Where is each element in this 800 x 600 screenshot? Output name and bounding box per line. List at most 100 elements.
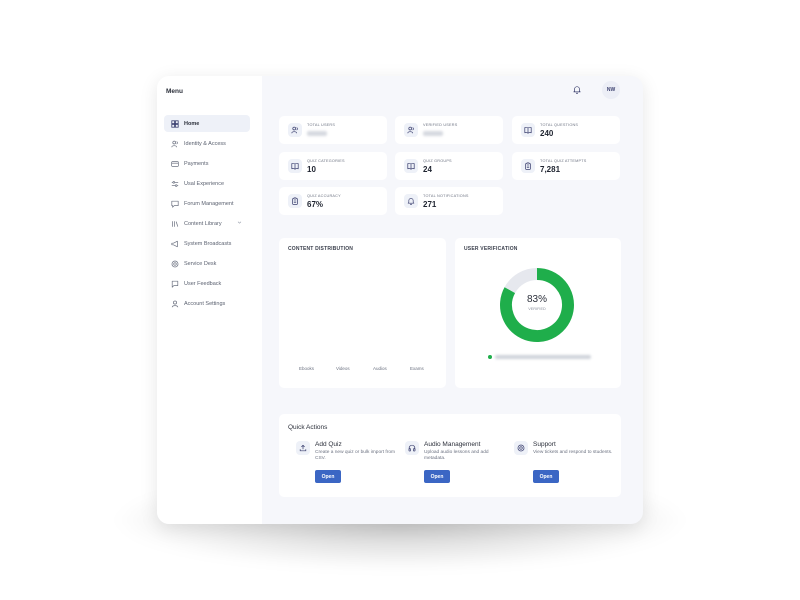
sidebar-item-label: Forum Management <box>184 200 234 207</box>
sidebar-item-label: Payments <box>184 160 209 167</box>
bell-icon[interactable] <box>573 85 581 94</box>
sidebar-item-service-desk[interactable]: Service Desk <box>164 255 250 272</box>
sidebar-item-content-library[interactable]: Content Library <box>164 215 250 232</box>
user-verification-panel: USER VERIFICATION 83% VERIFIED <box>455 238 621 388</box>
book-icon <box>404 159 418 173</box>
stat-card-quiz-categories: QUIZ CATEGORIES 10 <box>279 152 387 180</box>
x-axis-tick-label: Exams <box>410 366 424 371</box>
stat-card-total-notifications: TOTAL NOTIFICATIONS 271 <box>395 187 503 215</box>
donut-center-label: VERIFIED <box>528 307 546 311</box>
sliders-icon <box>171 180 179 188</box>
quick-action-description: Upload audio lessons and add metadata. <box>424 450 489 461</box>
x-axis-tick-label: Ebooks <box>299 366 315 371</box>
users-icon <box>288 123 302 137</box>
quick-action-description: View tickets and respond to students. <box>533 450 613 455</box>
library-icon <box>171 220 179 228</box>
lifebuoy-icon <box>171 260 179 268</box>
quick-action-support: Support View tickets and respond to stud… <box>514 441 614 491</box>
verification-donut-chart <box>500 268 574 342</box>
stat-value: 67% <box>307 200 324 209</box>
sidebar-item-label: Account Settings <box>184 300 226 307</box>
sidebar-item-usal-experience[interactable]: Usal Experience <box>164 175 250 192</box>
stat-card-total-questions: TOTAL QUESTIONS 240 <box>512 116 620 144</box>
quick-action-name: Add Quiz <box>315 441 342 448</box>
sidebar-item-identity-access[interactable]: Identity & Access <box>164 135 250 152</box>
megaphone-icon <box>171 240 179 248</box>
stat-card-verified-users: VERIFIED USERS <box>395 116 503 144</box>
sidebar-item-system-broadcasts[interactable]: System Broadcasts <box>164 235 250 252</box>
x-axis-tick-label: Videos <box>336 366 350 371</box>
chevron-down-icon[interactable] <box>237 220 242 225</box>
quick-actions-title: Quick Actions <box>288 424 328 431</box>
chat-icon <box>171 200 179 208</box>
upload-icon <box>296 441 310 455</box>
quick-action-name: Support <box>533 441 556 448</box>
card-icon <box>171 160 179 168</box>
home-icon <box>171 119 179 128</box>
stat-card-total-quiz-attempts: TOTAL QUIZ ATTEMPTS 7,281 <box>512 152 620 180</box>
clipboard-icon <box>521 159 535 173</box>
open-audio-management-button[interactable]: Open <box>424 470 450 483</box>
stat-value-redacted <box>423 131 443 136</box>
open-add-quiz-button[interactable]: Open <box>315 470 341 483</box>
stat-card-quiz-accuracy: QUIZ ACCURACY 67% <box>279 187 387 215</box>
sidebar-item-label: Content Library <box>184 220 222 227</box>
stat-label: VERIFIED USERS <box>423 123 458 127</box>
book-icon <box>288 159 302 173</box>
stat-value: 240 <box>540 129 554 138</box>
sidebar-item-home[interactable]: Home <box>164 115 250 132</box>
x-axis-tick-label: Audios <box>373 366 387 371</box>
stat-card-quiz-groups: QUIZ GROUPS 24 <box>395 152 503 180</box>
sidebar-item-label: User Feedback <box>184 280 222 287</box>
stat-label: QUIZ CATEGORIES <box>307 159 345 163</box>
open-support-button[interactable]: Open <box>533 470 559 483</box>
stat-label: TOTAL QUIZ ATTEMPTS <box>540 159 587 163</box>
sidebar-item-label: Service Desk <box>184 260 217 267</box>
legend-label-redacted <box>495 355 591 359</box>
quick-actions-panel: Quick Actions Add Quiz Create a new quiz… <box>279 414 621 497</box>
stat-value-redacted <box>307 131 327 136</box>
clipboard-icon <box>288 194 302 208</box>
menu-title: Menu <box>166 88 183 95</box>
sidebar-item-label: System Broadcasts <box>184 240 232 247</box>
donut-slice-unverified <box>504 268 538 294</box>
stat-value: 24 <box>423 165 432 174</box>
stat-label: TOTAL QUESTIONS <box>540 123 579 127</box>
user-icon <box>171 300 179 308</box>
sidebar-item-user-feedback[interactable]: User Feedback <box>164 275 250 292</box>
quick-action-add-quiz: Add Quiz Create a new quiz or bulk impor… <box>296 441 396 491</box>
panel-title: CONTENT DISTRIBUTION <box>288 246 354 252</box>
sidebar-item-forum-management[interactable]: Forum Management <box>164 195 250 212</box>
lifebuoy-icon <box>514 441 528 455</box>
sidebar-item-payments[interactable]: Payments <box>164 155 250 172</box>
stat-value: 10 <box>307 165 316 174</box>
sidebar: Menu Home Identity & Access Payments Usa… <box>157 76 262 524</box>
stat-label: TOTAL NOTIFICATIONS <box>423 194 469 198</box>
users-icon <box>404 123 418 137</box>
quick-action-name: Audio Management <box>424 441 481 448</box>
stat-card-total-users: TOTAL USERS <box>279 116 387 144</box>
quick-action-audio-management: Audio Management Upload audio lessons an… <box>405 441 505 491</box>
donut-center-value: 83% <box>526 294 547 305</box>
sidebar-nav: Home Identity & Access Payments Usal Exp… <box>164 115 250 315</box>
quick-action-description: Create a new quiz or bulk import from CS… <box>315 450 395 461</box>
main-content: TOTAL USERS VERIFIED USERS TOTAL QUESTIO… <box>265 106 635 516</box>
sidebar-item-label: Identity & Access <box>184 140 226 147</box>
stat-value: 271 <box>423 200 437 209</box>
stat-label: TOTAL USERS <box>307 123 336 127</box>
book-icon <box>521 123 535 137</box>
users-icon <box>171 140 179 148</box>
stat-value: 7,281 <box>540 165 561 174</box>
headphones-icon <box>405 441 419 455</box>
sidebar-item-account-settings[interactable]: Account Settings <box>164 295 250 312</box>
message-icon <box>171 280 179 288</box>
stat-label: QUIZ ACCURACY <box>307 194 341 198</box>
app-window: Menu Home Identity & Access Payments Usa… <box>157 76 643 524</box>
legend-marker-verified <box>488 355 492 359</box>
sidebar-item-label: Home <box>184 120 200 127</box>
bell-icon <box>404 194 418 208</box>
avatar[interactable]: NW <box>602 81 620 99</box>
sidebar-item-label: Usal Experience <box>184 180 225 187</box>
stat-label: QUIZ GROUPS <box>423 159 452 163</box>
content-distribution-panel: CONTENT DISTRIBUTION Ebooks Videos Audio… <box>279 238 446 388</box>
